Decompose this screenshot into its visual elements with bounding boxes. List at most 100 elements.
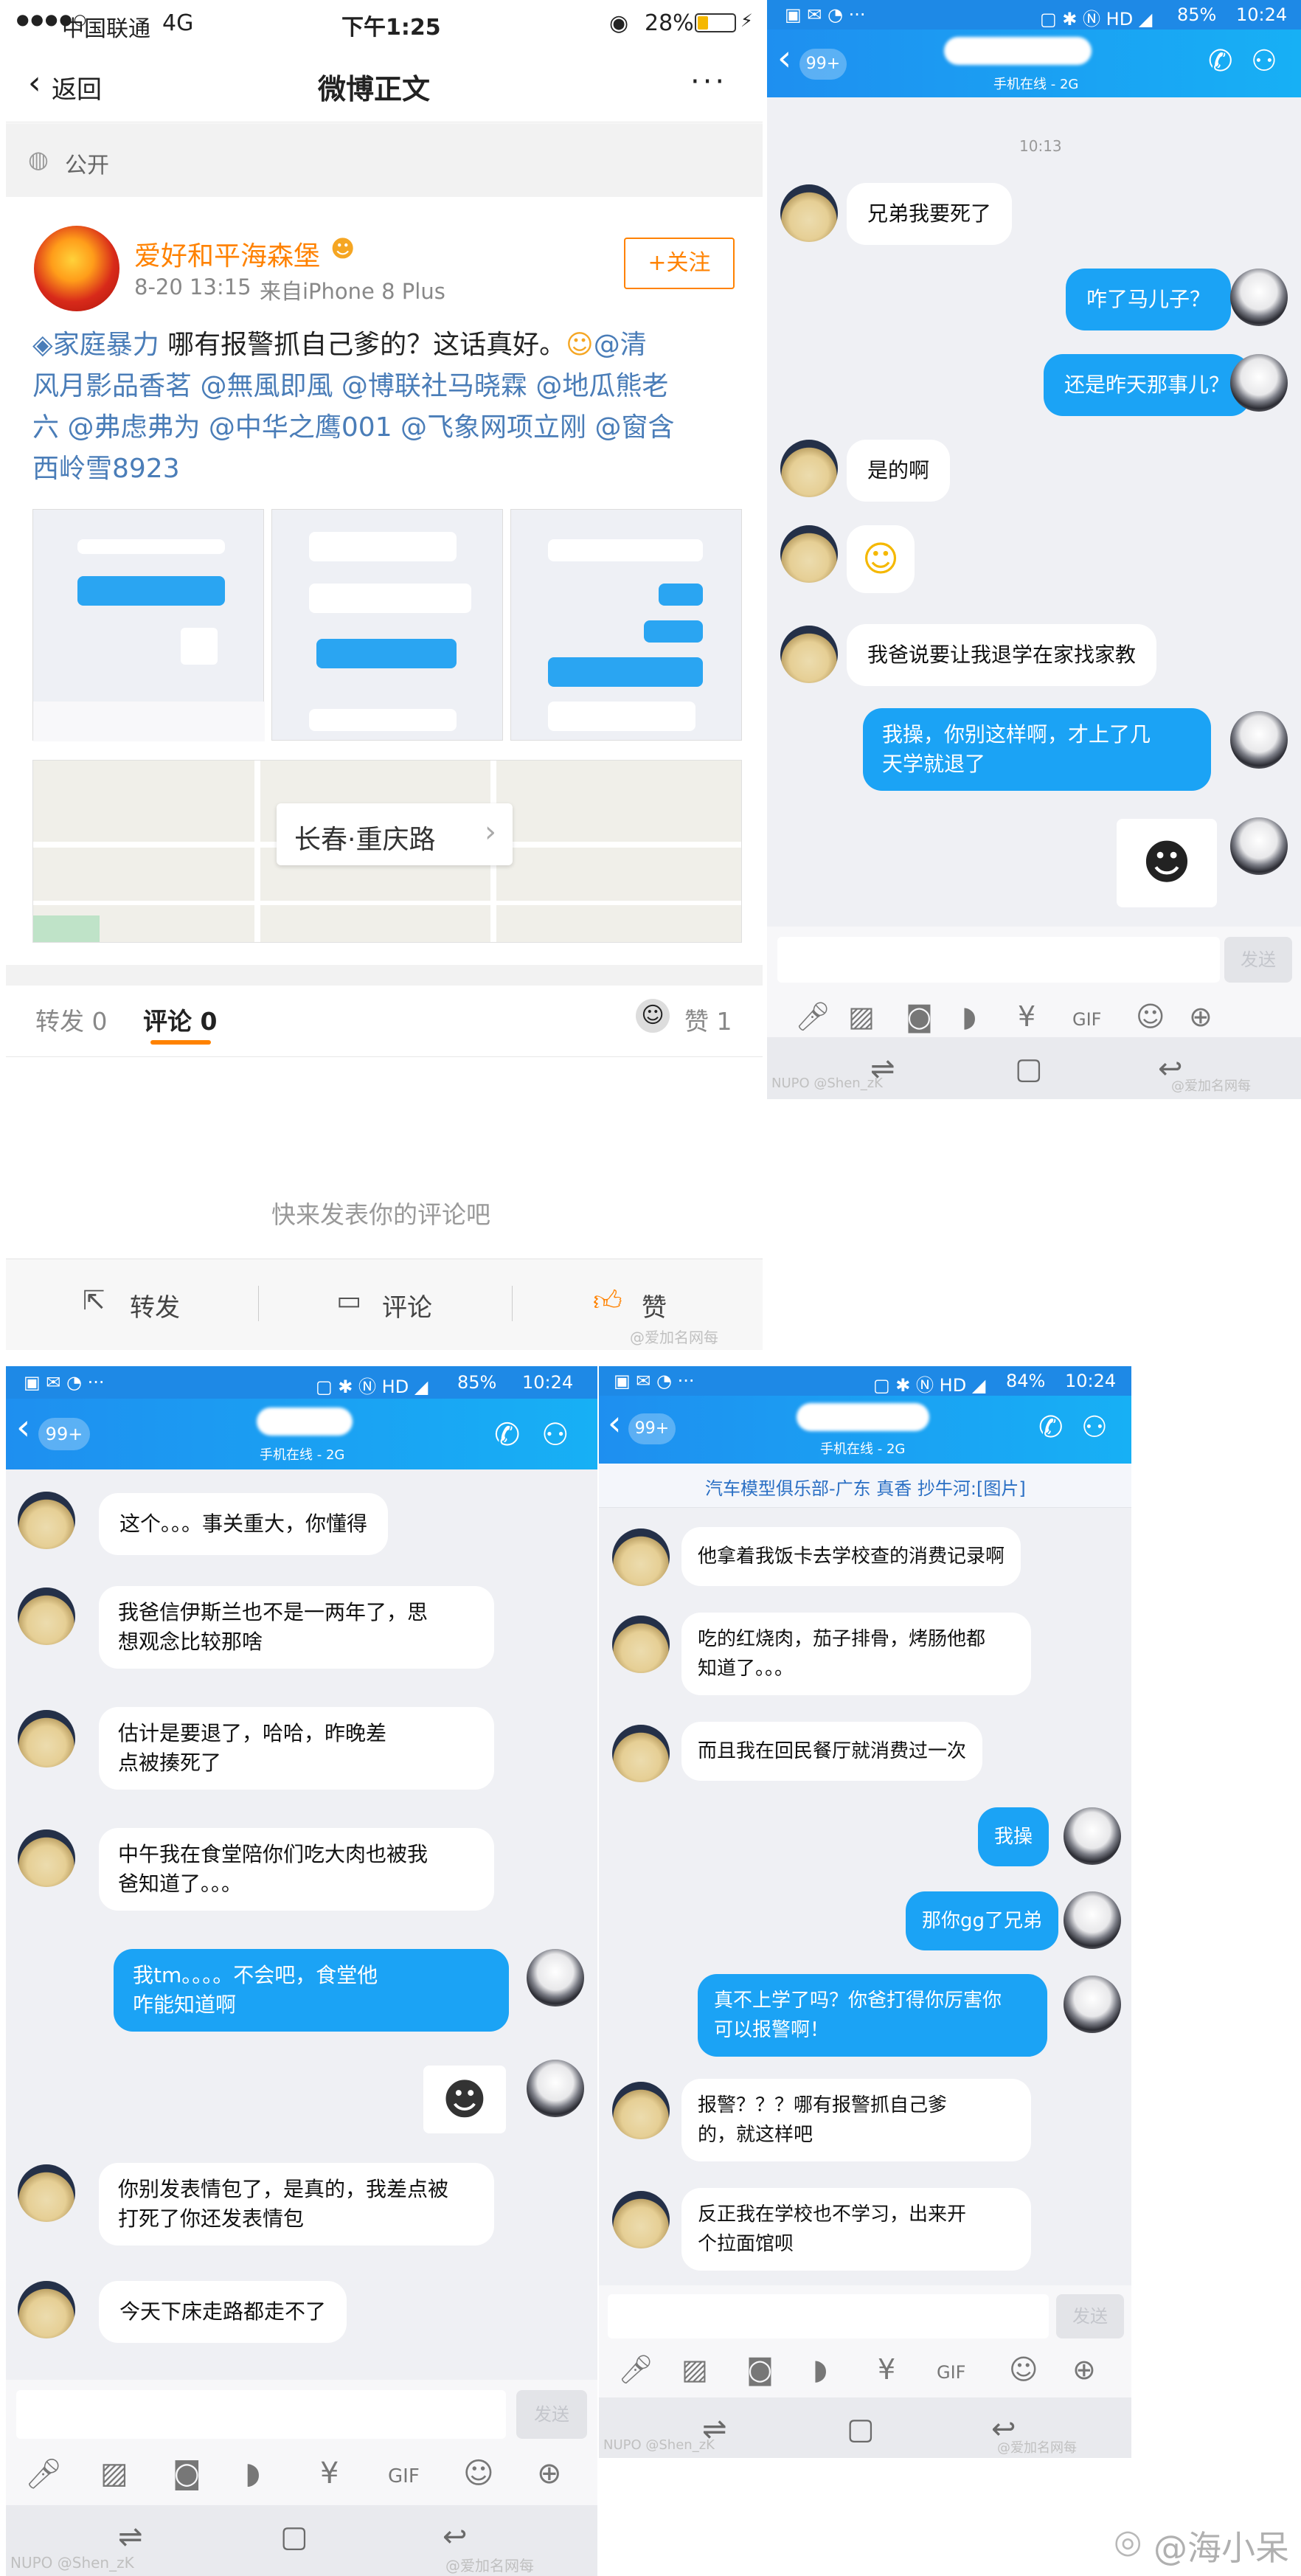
my-avatar[interactable] [527,1949,584,2007]
author-name[interactable]: 爱好和平海森堡 [134,235,320,273]
profile-icon[interactable]: ⚇ [1251,44,1277,78]
comment-button[interactable]: 评论 [382,1287,432,1323]
contact-avatar[interactable] [18,2281,75,2338]
comment-icon: ▭ [336,1286,362,1316]
camera-icon[interactable]: ◙ [746,2353,774,2386]
contact-avatar[interactable] [612,2082,670,2139]
plus-icon[interactable]: ⊕ [1072,2353,1096,2386]
repost-button[interactable]: 转发 [130,1287,180,1323]
camera-icon[interactable]: ◙ [906,1000,933,1033]
message-input[interactable] [608,2294,1049,2338]
wallet-icon[interactable]: ¥ [1018,1000,1035,1033]
my-avatar[interactable] [527,2060,584,2117]
back-chevron-icon[interactable]: ‹ [28,65,41,102]
microphone-icon[interactable]: 🎤︎ [25,2456,63,2491]
like-button[interactable]: 赞 [642,1287,667,1323]
recent-apps-icon[interactable]: ⇌ [118,2520,143,2554]
red-packet-icon[interactable]: ◗ [813,2353,828,2386]
my-avatar[interactable] [1230,817,1288,875]
contact-avatar[interactable] [612,1725,670,1782]
contact-avatar[interactable] [18,1710,75,1767]
message-bubble: 他拿着我饭卡去学校查的消费记录啊 [681,1527,1021,1586]
contact-avatar[interactable] [18,1829,75,1887]
message-line: 的，就这样吧 [698,2124,813,2146]
gif-icon[interactable]: GIF [388,2465,420,2487]
tab-comment[interactable]: 评论 0 [143,1002,217,1037]
my-avatar[interactable] [1230,354,1288,412]
location-map[interactable]: 长春·重庆路 › [32,760,742,943]
image-icon[interactable]: ▨ [100,2456,128,2490]
back-icon[interactable]: ↩ [443,2520,468,2554]
follow-button[interactable]: +关注 [624,238,735,289]
wallet-icon[interactable]: ¥ [320,2456,339,2490]
contact-avatar[interactable] [780,626,838,683]
send-button[interactable]: 发送 [1056,2294,1124,2338]
plus-icon[interactable]: ⊕ [537,2456,562,2490]
author-avatar[interactable] [34,226,119,311]
unread-badge[interactable]: 99+ [799,49,847,80]
home-icon[interactable]: ▢ [847,2412,875,2446]
contact-avatar[interactable] [18,1492,75,1549]
gif-icon[interactable]: GIF [937,2362,965,2383]
wallet-icon[interactable]: ¥ [878,2353,895,2386]
red-packet-icon[interactable]: ◗ [245,2456,260,2490]
back-chevron-icon[interactable]: ‹ [777,40,791,77]
emoji-picker-icon[interactable]: ☺ [1009,2353,1038,2386]
camera-icon[interactable]: ◙ [173,2456,201,2490]
contact-avatar[interactable] [612,2191,670,2248]
home-icon[interactable]: ▢ [1015,1052,1043,1086]
my-avatar[interactable] [1064,1807,1121,1865]
post-image-thumbnail-2[interactable] [271,509,503,741]
image-icon[interactable]: ▨ [848,1000,875,1033]
microphone-icon[interactable]: 🎤︎ [618,2353,653,2386]
topic-icon: ◈ [32,330,53,360]
microphone-icon[interactable]: 🎤︎ [795,1000,830,1033]
back-chevron-icon[interactable]: ‹ [608,1405,621,1441]
mentions-line-4[interactable]: 西岭雪8923 [32,449,740,490]
my-avatar[interactable] [1230,711,1288,769]
phone-call-icon[interactable]: ✆ [1208,44,1233,78]
image-icon[interactable]: ▨ [681,2353,708,2386]
contact-avatar[interactable] [780,440,838,497]
red-packet-icon[interactable]: ◗ [962,1000,976,1033]
watermark-left: NUPO @Shen_zK [771,1076,883,1091]
location-card[interactable]: 长春·重庆路 › [277,803,513,865]
send-button[interactable]: 发送 [516,2390,587,2439]
contact-avatar[interactable] [612,1528,670,1586]
profile-icon[interactable]: ⚇ [541,1416,569,1453]
contact-avatar[interactable] [780,184,838,242]
group-message-banner[interactable]: 汽车模型俱乐部-广东 真香 抄牛河:[图片] [599,1464,1131,1508]
my-avatar[interactable] [1230,269,1288,326]
send-button[interactable]: 发送 [1224,937,1292,983]
back-chevron-icon[interactable]: ‹ [16,1409,30,1446]
my-avatar[interactable] [1064,1891,1121,1949]
topic-link[interactable]: 家庭暴力 [53,330,159,360]
post-image-thumbnail-1[interactable] [32,509,265,741]
liker-avatar[interactable]: ☺ [636,999,670,1033]
mentions-line-3[interactable]: 六 @弗虑弗为 @中华之鹰001 @飞象网项立刚 @窗含 [32,407,740,449]
unread-badge[interactable]: 99+ [628,1413,676,1444]
unread-badge[interactable]: 99+ [38,1418,90,1450]
message-input[interactable] [777,937,1220,983]
plus-icon[interactable]: ⊕ [1189,1000,1212,1033]
mentions-line-2[interactable]: 风月影品香茗 @無風即風 @博联社马晓霖 @地瓜熊老 [32,366,740,407]
my-avatar[interactable] [1064,1976,1121,2033]
tab-repost[interactable]: 转发 0 [35,1002,108,1037]
home-icon[interactable]: ▢ [280,2520,308,2554]
emoji-picker-icon[interactable]: ☺ [1136,1000,1165,1033]
phone-call-icon[interactable]: ✆ [1038,1410,1064,1444]
gif-icon[interactable]: GIF [1072,1009,1101,1030]
contact-avatar[interactable] [18,1588,75,1645]
contact-avatar[interactable] [780,525,838,583]
more-button[interactable]: ··· [690,65,727,99]
contact-avatar[interactable] [612,1616,670,1673]
phone-call-icon[interactable]: ✆ [494,1416,520,1453]
emoji-picker-icon[interactable]: ☺ [463,2456,494,2490]
contact-avatar[interactable] [18,2164,75,2222]
message-input[interactable] [16,2390,506,2439]
profile-icon[interactable]: ⚇ [1081,1410,1108,1444]
back-button[interactable]: 返回 [52,69,102,105]
mention-link[interactable]: @清 [594,330,647,360]
tab-like[interactable]: 赞 1 [684,1002,732,1037]
post-image-thumbnail-3[interactable] [510,509,742,741]
